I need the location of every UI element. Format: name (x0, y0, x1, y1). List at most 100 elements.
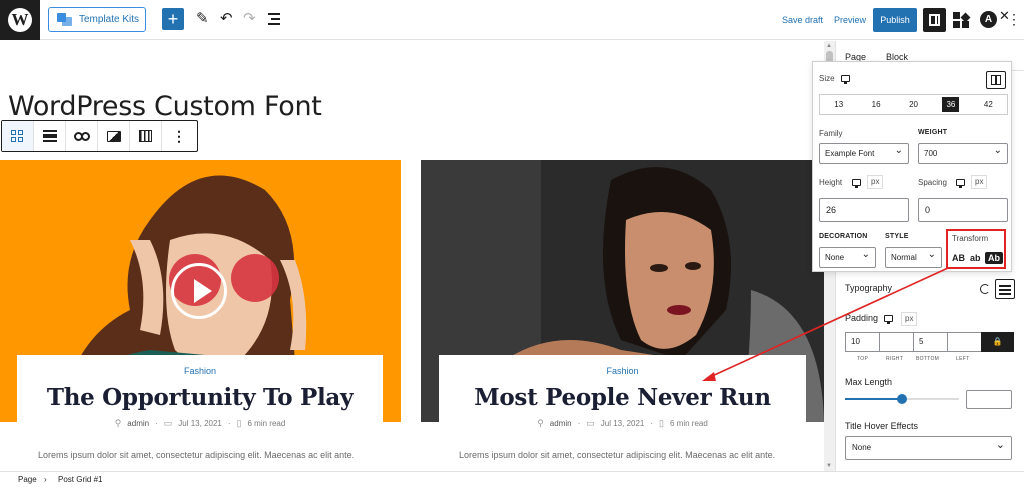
table-icon (139, 130, 152, 142)
font-family-select[interactable]: Example Font (819, 141, 909, 164)
link-button[interactable] (66, 121, 98, 151)
grid-icon (11, 129, 24, 143)
undo-icon[interactable]: ↶ (220, 10, 233, 28)
typography-label: Typography (845, 283, 893, 293)
size-option[interactable]: 20 (895, 95, 932, 114)
responsive-toggle-button[interactable] (986, 71, 1006, 89)
read-time: 6 min read (670, 419, 708, 428)
desktop-icon[interactable] (841, 75, 850, 84)
pencil-icon[interactable]: ✎ (196, 10, 209, 28)
family-label: Family (819, 129, 843, 138)
scroll-up-icon[interactable]: ▲ (826, 43, 832, 49)
padding-side-label: LEFT (956, 356, 970, 362)
padding-side-label: RIGHT (886, 356, 904, 362)
padding-side-label: BOTTOM (916, 356, 940, 362)
astra-icon[interactable]: A (980, 11, 997, 28)
desktop-icon[interactable] (956, 179, 965, 188)
close-icon[interactable]: ✕ (999, 8, 1010, 24)
reset-icon[interactable] (980, 284, 990, 294)
post-date: Jul 13, 2021 (600, 419, 645, 428)
post-date: Jul 13, 2021 (178, 419, 222, 428)
post-card: Fashion Most People Never Run ⚲ admin · … (439, 355, 806, 441)
spacing-unit[interactable]: px (971, 175, 988, 189)
redo-icon[interactable]: ↷ (243, 10, 256, 28)
template-kits-label: Template Kits (79, 14, 140, 25)
block-type-button[interactable] (2, 121, 34, 151)
editor-topbar: W Template Kits + ✎ ↶ ↷ Save draft Previ… (0, 0, 1024, 40)
wordpress-logo[interactable]: W (0, 0, 40, 40)
post-meta: ⚲ admin · ▭ Jul 13, 2021 · ▯ 6 min read (439, 418, 806, 429)
block-toolbar: ⋮ (1, 120, 198, 152)
max-length-slider-thumb[interactable] (897, 394, 907, 404)
book-icon: ▯ (659, 418, 664, 428)
wordpress-icon: W (8, 8, 32, 32)
desktop-icon[interactable] (852, 179, 861, 188)
page-title[interactable]: WordPress Custom Font (8, 91, 322, 122)
desktop-icon[interactable] (884, 315, 893, 324)
align-button[interactable] (34, 121, 66, 151)
transform-highlight: Transform AB ab Ab (946, 229, 1006, 269)
post-author[interactable]: admin (127, 419, 149, 428)
size-option-selected[interactable]: 36 (932, 95, 969, 114)
table-button[interactable] (130, 121, 162, 151)
scroll-down-icon[interactable]: ▼ (826, 463, 832, 469)
breadcrumb-separator: › (44, 475, 47, 484)
transform-uppercase[interactable]: AB (952, 253, 965, 263)
calendar-icon: ▭ (163, 418, 173, 428)
settings-toggle-button[interactable] (923, 8, 946, 32)
image-icon (106, 130, 121, 142)
post-author[interactable]: admin (550, 419, 572, 428)
meta-separator: · (155, 419, 158, 428)
size-option[interactable]: 16 (857, 95, 894, 114)
lock-icon[interactable]: 🔒 (981, 332, 1014, 352)
padding-top-input[interactable]: 10 (845, 332, 880, 352)
post-category[interactable]: Fashion (17, 366, 383, 378)
transform-label: Transform (952, 234, 989, 243)
font-weight-select[interactable]: 700 (918, 141, 1008, 164)
preview-button[interactable]: Preview (834, 0, 866, 40)
block-more-button[interactable]: ⋮ (162, 121, 196, 151)
breadcrumb-post-grid[interactable]: Post Grid #1 (58, 472, 102, 487)
decoration-label: DECORATION (819, 233, 868, 240)
meta-separator: · (227, 419, 231, 428)
letter-spacing-input[interactable]: 0 (918, 198, 1008, 222)
user-icon: ⚲ (537, 418, 544, 428)
transform-capitalize[interactable]: Ab (985, 252, 1003, 264)
breadcrumb-page[interactable]: Page (18, 472, 37, 487)
more-icon: ⋮ (172, 128, 186, 144)
padding-unit[interactable]: px (901, 312, 918, 326)
height-unit[interactable]: px (867, 175, 884, 189)
post-title[interactable]: The Opportunity To Play (17, 384, 383, 411)
title-hover-label: Title Hover Effects (845, 421, 919, 431)
padding-inputs: 10 5 🔒 (845, 332, 1014, 352)
padding-label: Padding (845, 313, 879, 323)
size-option[interactable]: 13 (820, 95, 857, 114)
image-button[interactable] (98, 121, 130, 151)
max-length-input[interactable] (966, 390, 1012, 409)
post-meta: ⚲ admin · ▭ Jul 13, 2021 · ▯ 6 min read (17, 418, 383, 429)
blocks-icon[interactable] (953, 12, 971, 28)
height-label: Height (819, 178, 843, 187)
post-title[interactable]: Most People Never Run (439, 384, 806, 411)
post-category[interactable]: Fashion (439, 366, 806, 378)
decoration-select[interactable]: None (819, 245, 876, 268)
weight-label: WEIGHT (918, 129, 948, 136)
add-block-button[interactable]: + (162, 8, 184, 30)
font-style-select[interactable]: Normal (885, 245, 942, 268)
size-option[interactable]: 42 (970, 95, 1007, 114)
publish-button[interactable]: Publish (873, 8, 917, 32)
size-label: Size (819, 74, 835, 83)
video-play-button[interactable] (171, 263, 227, 319)
template-kits-button[interactable]: Template Kits (48, 7, 146, 32)
list-view-icon[interactable] (268, 13, 280, 28)
padding-right-input[interactable] (879, 332, 914, 352)
link-icon (73, 131, 90, 141)
transform-lowercase[interactable]: ab (970, 253, 981, 263)
typography-settings-button[interactable] (995, 279, 1015, 299)
padding-bottom-input[interactable]: 5 (913, 332, 948, 352)
line-height-input[interactable]: 26 (819, 198, 909, 222)
save-draft-button[interactable]: Save draft (782, 0, 823, 40)
padding-left-input[interactable] (947, 332, 982, 352)
title-hover-select[interactable]: None (845, 434, 1012, 460)
editor-canvas: WordPress Custom Font ⋮ Fashion The Oppo… (0, 41, 824, 471)
